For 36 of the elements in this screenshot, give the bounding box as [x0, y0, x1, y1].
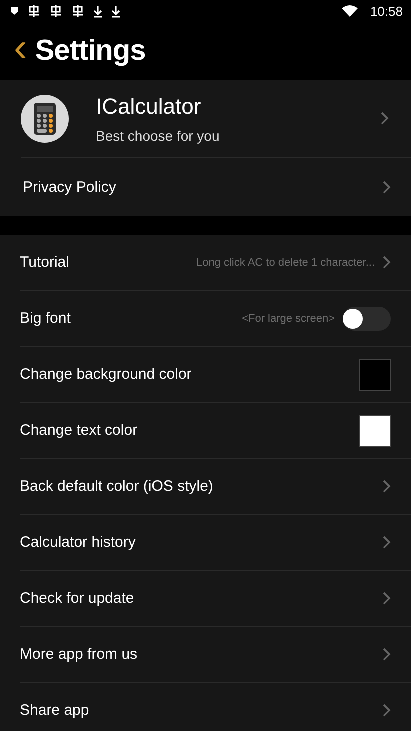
- settings-row[interactable]: Check for update: [20, 570, 411, 626]
- settings-row[interactable]: Calculator history: [20, 514, 411, 570]
- calculator-icon: [21, 94, 69, 142]
- chevron-icon: [383, 256, 391, 269]
- notification-icon: [71, 4, 85, 18]
- chevron-icon: [383, 704, 391, 717]
- status-time: 10:58: [370, 4, 403, 18]
- hint-text: <For large screen>: [242, 312, 335, 324]
- color-swatch[interactable]: [359, 358, 391, 390]
- app-tagline: Best choose for you: [96, 128, 221, 144]
- settings-row[interactable]: Tutorial Long click AC to delete 1 character...: [20, 235, 411, 290]
- settings-row[interactable]: Big font <For large screen>: [20, 290, 411, 346]
- chevron-icon: [383, 592, 391, 605]
- shield-icon: [10, 6, 19, 16]
- wifi-icon: [342, 5, 358, 17]
- chevron-icon: [383, 180, 391, 194]
- page-title: Settings: [35, 34, 146, 68]
- download-icon: [111, 4, 121, 18]
- notification-icon: [27, 4, 41, 18]
- color-swatch[interactable]: [359, 414, 391, 446]
- download-icon: [93, 4, 103, 18]
- app-name: ICalculator: [96, 94, 202, 120]
- hint-text: Long click AC to delete 1 character...: [196, 256, 375, 268]
- chevron-icon: [383, 648, 391, 661]
- toggle-switch[interactable]: [343, 306, 391, 330]
- settings-row[interactable]: Back default color (iOS style): [20, 458, 411, 514]
- notification-icon: [49, 4, 63, 18]
- chevron-icon: [383, 480, 391, 493]
- settings-row[interactable]: Share app: [20, 682, 411, 731]
- settings-row[interactable]: More app from us: [20, 626, 411, 682]
- chevron-icon: [383, 536, 391, 549]
- settings-row[interactable]: Change text color: [20, 402, 411, 458]
- privacy-policy-row[interactable]: Privacy Policy: [21, 157, 411, 216]
- settings-row[interactable]: Change background color: [20, 346, 411, 402]
- chevron-icon: [381, 112, 389, 125]
- back-button[interactable]: ‹: [12, 28, 30, 74]
